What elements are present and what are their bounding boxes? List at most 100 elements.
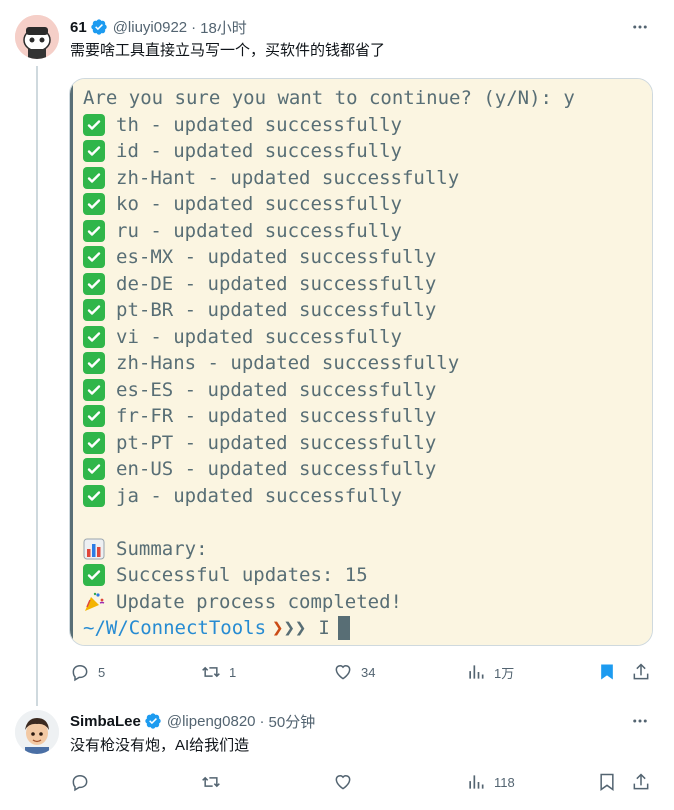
terminal-output: Are you sure you want to continue? (y/N)… <box>83 85 575 642</box>
terminal-update-line: pt-PT - updated successfully <box>83 430 575 457</box>
share-button[interactable] <box>631 770 651 794</box>
terminal-prompt-line[interactable]: ~/W/ConnectTools ❯ ❯❯ I <box>83 615 575 642</box>
share-button[interactable] <box>631 660 651 684</box>
check-mark-icon <box>83 246 105 269</box>
more-icon[interactable] <box>628 710 652 732</box>
views-count: 118 <box>494 774 515 790</box>
tweet-actions: 5 1 34 1万 <box>70 660 654 684</box>
party-popper-icon <box>83 591 105 613</box>
author-name[interactable]: 61 <box>70 19 87 36</box>
bookmark-button[interactable] <box>597 770 617 794</box>
like-icon <box>335 775 351 790</box>
terminal-update-text: pt-PT - updated successfully <box>116 431 437 454</box>
terminal-update-line: es-MX - updated successfully <box>83 244 575 271</box>
retweet-icon <box>202 666 220 678</box>
terminal-update-line: id - updated successfully <box>83 138 575 165</box>
like-button[interactable] <box>333 770 353 794</box>
views-icon <box>469 665 484 679</box>
tweet-2[interactable]: SimbaLee @lipeng0820 · 50分钟 没有枪没有炮，AI给我们… <box>0 700 674 810</box>
views-button[interactable]: 118 <box>466 770 515 794</box>
author-handle[interactable]: @lipeng0820 <box>167 713 256 730</box>
separator-dot: · <box>259 712 265 730</box>
check-mark-icon <box>83 140 105 163</box>
author-name[interactable]: SimbaLee <box>70 713 141 730</box>
terminal-summary-line: Summary: <box>83 536 575 563</box>
terminal-update-line: zh-Hant - updated successfully <box>83 165 575 192</box>
author-handle[interactable]: @liuyi0922 <box>113 19 187 36</box>
retweet-count: 1 <box>229 664 237 680</box>
share-icon <box>633 773 649 790</box>
terminal-update-line: es-ES - updated successfully <box>83 377 575 404</box>
check-mark-icon <box>83 405 105 428</box>
tweet-header: 61 @liuyi0922 · 18小时 <box>70 16 247 38</box>
check-mark-icon <box>83 272 105 295</box>
verified-badge-icon <box>145 713 161 729</box>
like-button[interactable]: 34 <box>333 660 375 684</box>
views-button[interactable]: 1万 <box>466 660 514 684</box>
terminal-update-line: en-US - updated successfully <box>83 456 575 483</box>
check-mark-icon <box>83 325 105 348</box>
prompt-input[interactable]: I <box>318 615 329 642</box>
post-time[interactable]: 50分钟 <box>269 711 316 732</box>
terminal-update-text: pt-BR - updated successfully <box>116 299 437 321</box>
check-mark-icon <box>83 378 105 401</box>
like-count: 34 <box>361 664 376 680</box>
tweet-actions: 118 <box>70 770 654 794</box>
bookmark-icon <box>601 664 613 680</box>
check-mark-icon <box>83 484 105 507</box>
reply-icon <box>72 664 88 682</box>
terminal-update-text: zh-Hant - updated successfully <box>116 166 460 189</box>
terminal-update-line: ru - updated successfully <box>83 218 575 245</box>
terminal-update-line: de-DE - updated successfully <box>83 271 575 298</box>
tweet-header: SimbaLee @lipeng0820 · 50分钟 <box>70 710 315 732</box>
retweet-button[interactable] <box>201 770 221 794</box>
retweet-button[interactable]: 1 <box>201 660 236 684</box>
avatar-simbalee[interactable] <box>15 710 59 754</box>
more-icon[interactable] <box>628 16 652 38</box>
check-mark-icon <box>83 352 105 375</box>
terminal-update-line: fr-FR - updated successfully <box>83 403 575 430</box>
terminal-completed-text: Update process completed! <box>116 590 402 613</box>
terminal-update-text: de-DE - updated successfully <box>116 272 437 295</box>
terminal-success-count-line: Successful updates: 15 <box>83 562 575 589</box>
check-mark-icon <box>83 299 105 322</box>
post-time[interactable]: 18小时 <box>200 17 247 38</box>
check-mark-icon <box>83 219 105 242</box>
reply-button[interactable]: 5 <box>70 660 105 684</box>
terminal-update-line: pt-BR - updated successfully <box>83 297 575 324</box>
terminal-update-text: es-ES - updated successfully <box>116 378 437 401</box>
terminal-update-text: th - updated successfully <box>116 113 402 136</box>
terminal-update-text: ko - updated successfully <box>116 193 402 215</box>
like-icon <box>335 665 351 680</box>
bookmark-icon <box>600 773 614 791</box>
terminal-update-text: zh-Hans - updated successfully <box>116 352 460 374</box>
separator-dot: · <box>191 18 197 36</box>
bar-chart-icon <box>83 538 105 560</box>
check-mark-icon <box>83 113 105 136</box>
tweet-1[interactable]: 61 @liuyi0922 · 18小时 需要啥工具直接立马写一个，买软件的钱都… <box>0 0 674 700</box>
views-icon <box>469 775 484 789</box>
terminal-cursor <box>337 616 350 641</box>
terminal-update-line: th - updated successfully <box>83 112 575 139</box>
prompt-arrow-icon: ❯ <box>272 617 284 639</box>
tweet-text: 没有枪没有炮，AI给我们造 <box>70 737 250 754</box>
tweet-text: 需要啥工具直接立马写一个，买软件的钱都省了 <box>70 42 386 59</box>
check-mark-icon <box>83 564 105 587</box>
avatar-61[interactable] <box>15 15 59 59</box>
tweet-media-image[interactable]: Are you sure you want to continue? (y/N)… <box>69 78 653 646</box>
terminal-window: Are you sure you want to continue? (y/N)… <box>70 79 652 645</box>
terminal-update-text: en-US - updated successfully <box>116 458 437 480</box>
reply-count: 5 <box>98 664 106 680</box>
reply-button[interactable] <box>70 770 90 794</box>
check-mark-icon <box>83 193 105 216</box>
check-mark-icon <box>83 458 105 481</box>
terminal-update-text: vi - updated successfully <box>116 325 402 348</box>
views-count: 1万 <box>494 665 515 681</box>
terminal-update-text: es-MX - updated successfully <box>116 246 437 268</box>
reply-icon <box>72 774 88 792</box>
verified-badge-icon <box>91 19 107 35</box>
retweet-icon <box>202 776 220 788</box>
bookmark-button[interactable] <box>597 660 617 684</box>
terminal-success-count: Successful updates: 15 <box>116 564 368 586</box>
